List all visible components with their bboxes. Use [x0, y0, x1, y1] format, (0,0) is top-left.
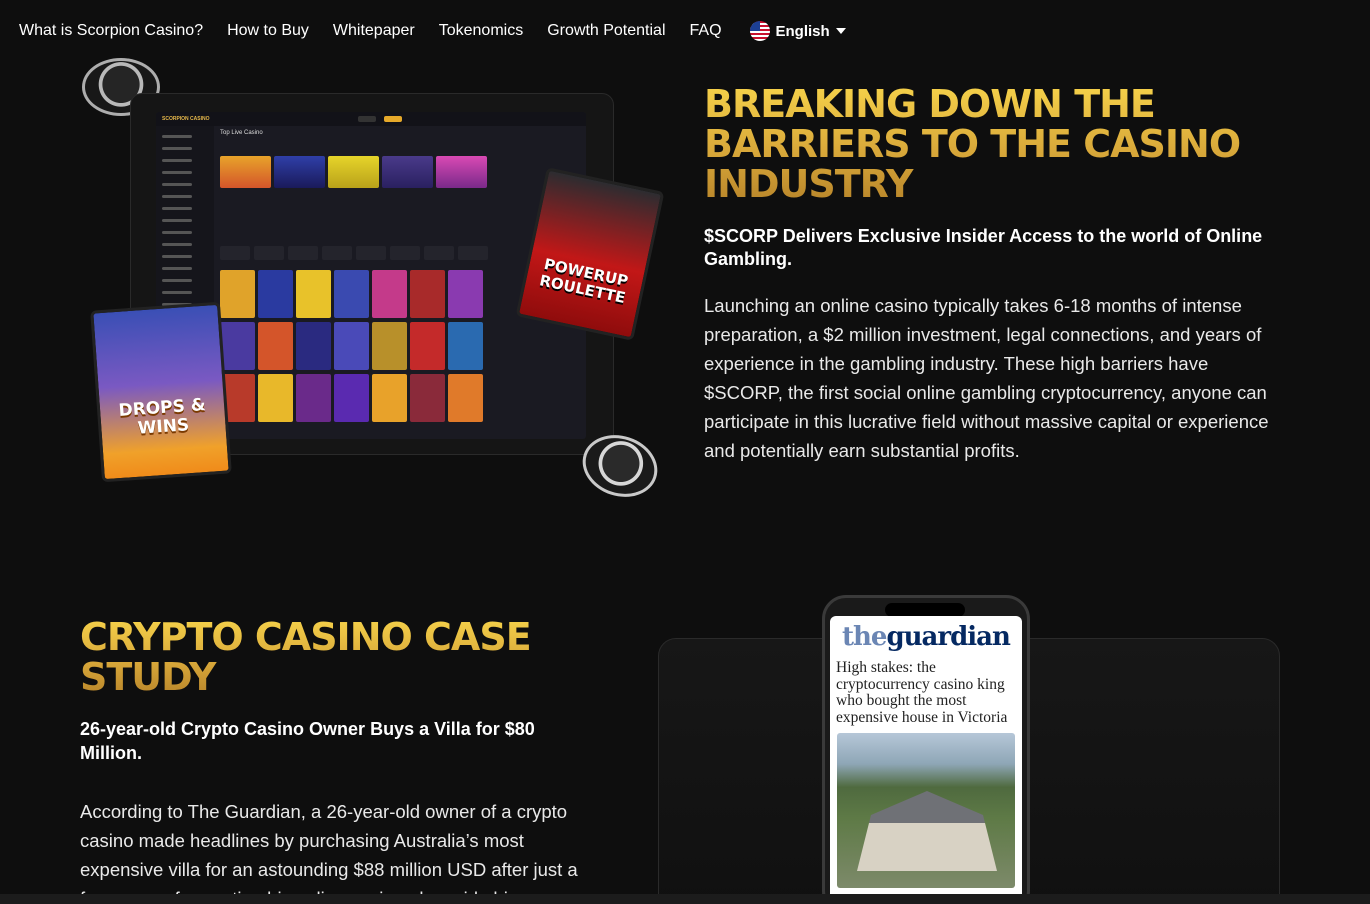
nav-link-what-is[interactable]: What is Scorpion Casino?	[19, 22, 203, 40]
villa-house	[857, 791, 997, 871]
drops-wins-card: DROPS & WINS	[90, 301, 232, 483]
phone-mockup: theguardian High stakes: the cryptocurre…	[822, 595, 1030, 904]
section-subtitle-case-study: 26-year-old Crypto Casino Owner Buys a V…	[80, 719, 535, 763]
guardian-headline: High stakes: the cryptocurrency casino k…	[836, 659, 1008, 726]
bottom-scroll-edge	[0, 894, 1370, 904]
screen-providers	[220, 246, 580, 260]
section-title-case-study: CRYPTO CASINO CASE STUDY	[80, 617, 580, 697]
section-body-case-study: According to The Guardian, a 26-year-old…	[80, 801, 578, 904]
nav-link-whitepaper[interactable]: Whitepaper	[333, 22, 415, 40]
guardian-logo: theguardian	[842, 622, 1011, 652]
screen-signin-button	[357, 116, 376, 122]
language-selector[interactable]: English	[749, 21, 846, 41]
phone-screen: theguardian High stakes: the cryptocurre…	[830, 616, 1022, 904]
screen-tile-row	[220, 322, 580, 370]
nav-link-faq[interactable]: FAQ	[690, 22, 722, 40]
powerup-roulette-label: POWERUP ROULETTE	[537, 254, 630, 308]
screen-tile-row	[220, 374, 580, 422]
section-title-barriers: BREAKING DOWN THE BARRIERS TO THE CASINO…	[704, 84, 1304, 204]
screen-section-label: Top Live Casino	[220, 130, 263, 136]
screen-logo: SCORPION CASINO	[162, 116, 210, 122]
screen-tile-row	[220, 156, 580, 188]
language-label: English	[775, 22, 830, 40]
nav-link-how-to-buy[interactable]: How to Buy	[227, 22, 309, 40]
villa-photo	[837, 733, 1015, 888]
section-subtitle-barriers: $SCORP Delivers Exclusive Insider Access…	[704, 226, 1263, 269]
nav-link-growth-potential[interactable]: Growth Potential	[547, 22, 665, 40]
nav-link-tokenomics[interactable]: Tokenomics	[439, 22, 523, 40]
top-nav: What is Scorpion Casino? How to Buy Whit…	[0, 0, 1370, 62]
us-flag-icon	[749, 21, 770, 41]
drops-wins-label: DROPS & WINS	[117, 394, 207, 439]
screen-join-button	[383, 116, 402, 122]
section-body-barriers: Launching an online casino typically tak…	[704, 295, 1269, 461]
phone-notch	[885, 603, 965, 617]
chevron-down-icon	[835, 28, 846, 34]
screen-topbar: SCORPION CASINO	[156, 112, 586, 126]
